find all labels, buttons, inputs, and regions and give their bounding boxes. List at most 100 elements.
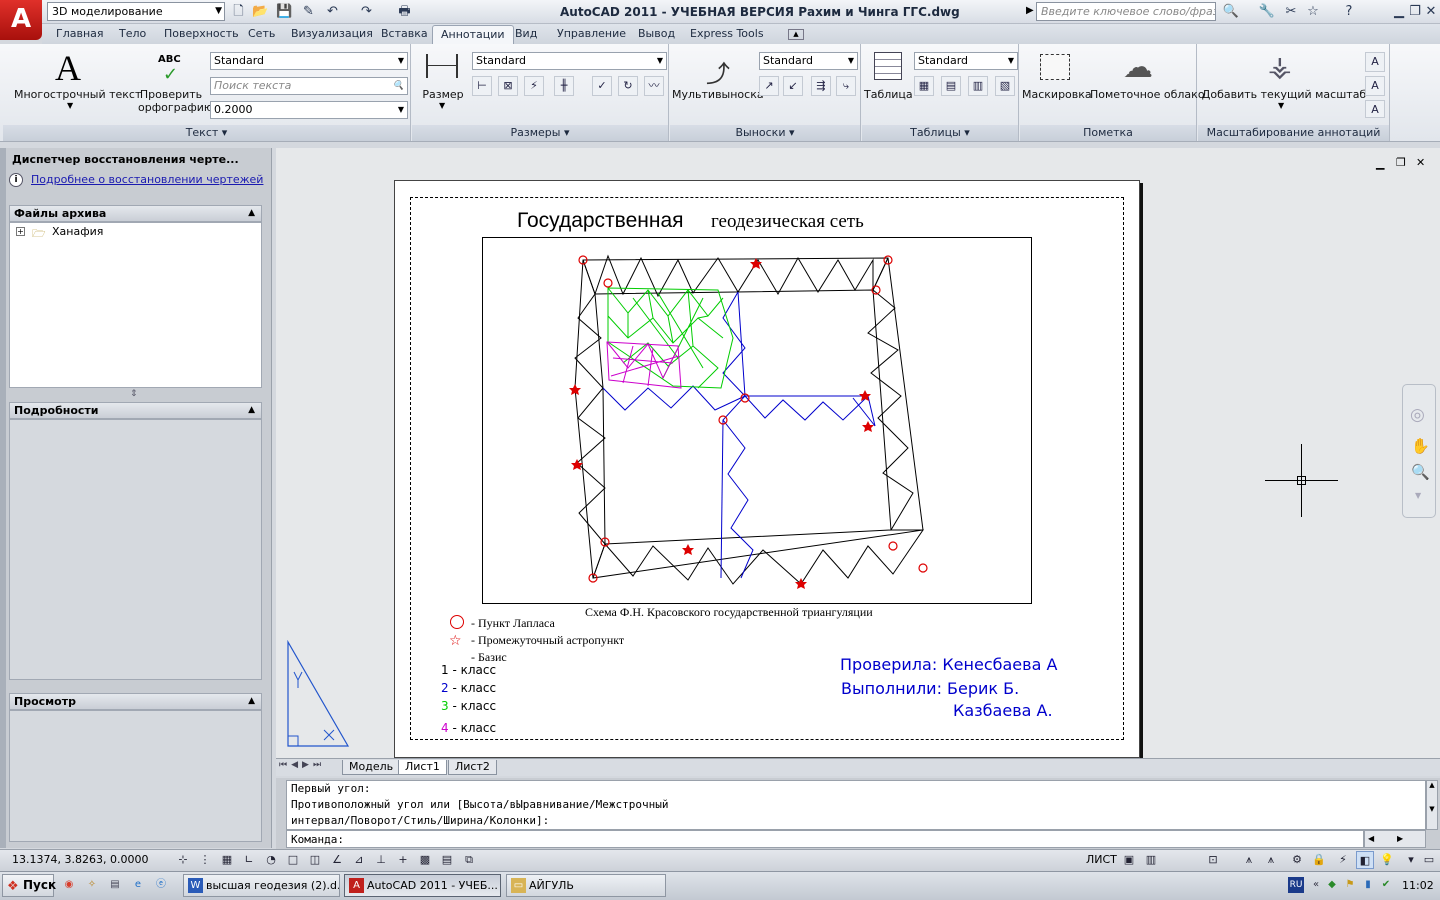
text-height-select[interactable]: 0.2000 ▼: [210, 101, 408, 119]
tab-manage[interactable]: Управление: [549, 25, 634, 44]
table-label[interactable]: Таблица: [864, 88, 913, 101]
osnap-icon[interactable]: □: [284, 851, 302, 869]
find-text-input[interactable]: Поиск текста 🔍: [210, 77, 408, 95]
text-style-select[interactable]: Standard ▼: [210, 52, 408, 70]
polar-icon[interactable]: ◔: [262, 851, 280, 869]
dyn-icon[interactable]: ⊥: [372, 851, 390, 869]
lineweight-icon[interactable]: +: [394, 851, 412, 869]
ribbon-minimize-icon[interactable]: ▲: [788, 29, 804, 40]
close-icon[interactable]: ✕: [1422, 3, 1440, 21]
selection-cycling-icon[interactable]: ⧉: [460, 851, 478, 869]
palette-title-strip[interactable]: [0, 148, 6, 848]
dimensions-panel-title[interactable]: Размеры ▾: [412, 125, 668, 141]
archive-files-header[interactable]: Файлы архива ▲: [9, 205, 262, 222]
tab-output[interactable]: Вывод: [630, 25, 683, 44]
paper-space-label[interactable]: ЛИСТ: [1086, 853, 1117, 866]
spell-label-1[interactable]: Проверить: [138, 88, 204, 101]
lock-icon[interactable]: 🔒: [1310, 851, 1328, 869]
tab-home[interactable]: Главная: [48, 25, 112, 44]
ie-icon[interactable]: e: [130, 877, 146, 893]
jog-dim-icon[interactable]: 〰: [644, 76, 664, 96]
inspect-dim-icon[interactable]: ✓: [592, 76, 612, 96]
spell-label-2[interactable]: орфографию: [138, 101, 213, 114]
tools-icon[interactable]: 🔧: [1258, 3, 1276, 21]
transparency-icon[interactable]: ▩: [416, 851, 434, 869]
app-icon[interactable]: ✧: [84, 877, 100, 893]
multileader-icon[interactable]: ⤴: [706, 54, 730, 89]
revision-cloud-icon[interactable]: ☁: [1123, 50, 1153, 85]
status-menu-icon[interactable]: ▾: [1402, 851, 1420, 869]
annotation-visibility-icon[interactable]: ⩚: [1240, 851, 1258, 869]
chevron-down-icon[interactable]: ▼: [439, 101, 445, 110]
dimension-label[interactable]: Размер: [418, 88, 468, 101]
chevron-down-icon[interactable]: ▼: [1278, 101, 1284, 110]
collapse-icon[interactable]: ▲: [248, 206, 255, 221]
splitter-icon[interactable]: ⇕: [130, 389, 138, 399]
upload-table-icon[interactable]: ▧: [995, 76, 1015, 96]
chevron-down-icon[interactable]: ▼: [1415, 491, 1421, 500]
tab-model[interactable]: Модель: [342, 760, 401, 775]
isolate-objects-icon[interactable]: ◧: [1356, 851, 1374, 869]
clock[interactable]: 11:02: [1402, 879, 1434, 892]
command-scrollbar[interactable]: ▲ ▼: [1426, 780, 1438, 830]
start-button[interactable]: ❖ Пуск: [2, 874, 56, 897]
tab-view[interactable]: Вид: [507, 25, 545, 44]
download-table-icon[interactable]: ▥: [968, 76, 988, 96]
extract-data-icon[interactable]: ▤: [941, 76, 961, 96]
tab-express-tools[interactable]: Express Tools: [682, 25, 772, 44]
tab-layout1[interactable]: Лист1: [398, 760, 447, 775]
continue-dim-icon[interactable]: ⊠: [498, 76, 518, 96]
calculator-icon[interactable]: ▤: [107, 877, 123, 893]
link-data-icon[interactable]: ▦: [914, 76, 934, 96]
checkmark-icon[interactable]: ✓: [163, 64, 178, 85]
add-leader-icon[interactable]: ↗: [759, 76, 779, 96]
layout-nav-icon[interactable]: ⏮◀▶⏭: [279, 760, 325, 770]
auto-scale-icon[interactable]: ⩚: [1262, 851, 1280, 869]
task-folder[interactable]: ▭ АЙГУЛЬ: [506, 874, 666, 897]
info-center-arrow-icon[interactable]: ▶: [1026, 5, 1034, 16]
wipeout-label[interactable]: Маскировка: [1022, 88, 1092, 101]
star-icon[interactable]: ☆: [1304, 3, 1322, 21]
browser-icon[interactable]: ⓔ: [153, 877, 169, 893]
tab-insert[interactable]: Вставка: [373, 25, 436, 44]
viewport-restore-icon[interactable]: ❐: [1396, 156, 1406, 169]
tab-render[interactable]: Визуализация: [283, 25, 381, 44]
viewport-close-icon[interactable]: ✕: [1416, 156, 1425, 169]
mtext-icon[interactable]: A: [55, 48, 81, 88]
annotation-scale-icon[interactable]: A: [1365, 52, 1385, 72]
steering-wheel-icon[interactable]: ◎: [1410, 405, 1425, 425]
align-leader-icon[interactable]: ⇶: [811, 76, 831, 96]
tab-surface[interactable]: Поверхность: [156, 25, 247, 44]
recovery-info-link[interactable]: Подробнее о восстановлении чертежей: [31, 173, 263, 186]
dimension-icon[interactable]: [426, 54, 458, 78]
tray-expand-icon[interactable]: «: [1308, 877, 1324, 893]
table-icon[interactable]: [874, 52, 902, 80]
save-icon[interactable]: 💾: [276, 3, 293, 20]
coordinates-readout[interactable]: 13.1374, 3.8263, 0.0000: [12, 853, 148, 866]
expand-icon[interactable]: +: [16, 227, 25, 236]
add-scale-icon[interactable]: ⚶: [1268, 50, 1292, 83]
tab-solid[interactable]: Тело: [111, 25, 154, 44]
remove-leader-icon[interactable]: ↙: [783, 76, 803, 96]
task-autocad[interactable]: A AutoCAD 2011 - УЧЕБ...: [344, 874, 501, 897]
otrack-icon[interactable]: ∠: [328, 851, 346, 869]
zoom-icon[interactable]: 🔍: [1411, 463, 1430, 481]
open-file-icon[interactable]: 📂: [252, 3, 269, 20]
workspace-gear-icon[interactable]: ⚙: [1288, 851, 1306, 869]
ducs-icon[interactable]: ⊿: [350, 851, 368, 869]
network-icon[interactable]: ▮: [1360, 877, 1376, 893]
command-input[interactable]: Команда:: [286, 830, 1364, 848]
leader-style-select[interactable]: Standard ▼: [759, 52, 858, 70]
sync-scale-icon[interactable]: A: [1365, 76, 1385, 96]
table-style-select[interactable]: Standard ▼: [914, 52, 1018, 70]
tables-panel-title[interactable]: Таблицы ▾: [862, 125, 1018, 141]
preview-header[interactable]: Просмотр ▲: [9, 693, 262, 710]
tab-mesh[interactable]: Сеть: [240, 25, 283, 44]
leaders-panel-title[interactable]: Выноски ▾: [670, 125, 860, 141]
infer-constraints-icon[interactable]: ⊹: [174, 851, 192, 869]
viewport-minimize-icon[interactable]: ▁: [1376, 157, 1384, 170]
add-scale-label[interactable]: Добавить текущий масштаб: [1200, 88, 1368, 101]
quick-properties-icon[interactable]: ▤: [438, 851, 456, 869]
mtext-label[interactable]: Многострочный текст: [14, 88, 141, 101]
undo-icon[interactable]: ↶: [324, 3, 341, 20]
